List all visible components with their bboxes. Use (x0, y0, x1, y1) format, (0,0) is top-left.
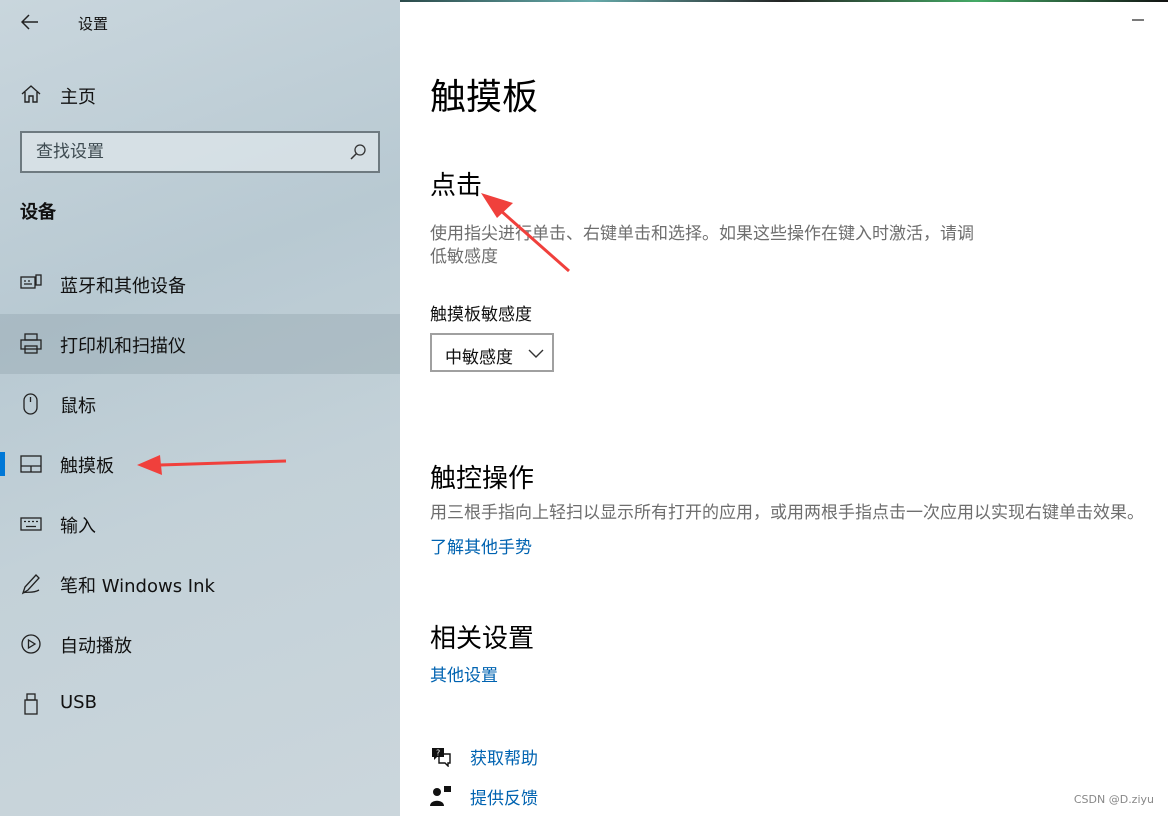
get-help-row[interactable]: ? 获取帮助 (430, 743, 730, 769)
sidebar-item-label: 打印机和扫描仪 (60, 336, 186, 357)
page-title: 触摸板 (430, 77, 539, 118)
section-heading-related: 相关设置 (430, 624, 535, 654)
section-heading-tap: 点击 (430, 171, 483, 201)
sidebar-item-label: 自动播放 (60, 636, 132, 657)
touchpad-icon (20, 455, 42, 473)
sidebar-item-label: 触摸板 (60, 456, 114, 477)
sidebar-item-label: USB (60, 692, 97, 713)
search-box[interactable] (20, 131, 380, 173)
chevron-down-icon (528, 349, 544, 358)
sidebar-item-printers[interactable]: 打印机和扫描仪 (0, 314, 400, 374)
sidebar-item-typing[interactable]: 输入 (0, 494, 400, 554)
sidebar-item-label: 蓝牙和其他设备 (60, 276, 186, 297)
sidebar-item-label: 主页 (60, 87, 96, 108)
app-title: 设置 (78, 15, 109, 33)
sidebar: 设置 主页 设备 蓝牙和其他设备 (0, 0, 400, 816)
tap-description-line1: 使用指尖进行单击、右键单击和选择。如果这些操作在键入时激活，请调 (430, 224, 974, 244)
watermark: CSDN @D.ziyu (1073, 793, 1154, 806)
feedback-row[interactable]: 提供反馈 (430, 783, 730, 809)
autoplay-icon (21, 634, 41, 654)
sidebar-item-mouse[interactable]: 鼠标 (0, 374, 400, 434)
section-title: 设备 (20, 202, 56, 223)
gestures-description: 用三根手指向上轻扫以显示所有打开的应用，或用两根手指点击一次应用以实现右键单击效… (430, 503, 1144, 523)
usb-icon (24, 693, 38, 715)
search-icon[interactable] (348, 142, 368, 162)
sidebar-item-pen[interactable]: 笔和 Windows Ink (0, 554, 400, 614)
sensitivity-label: 触摸板敏感度 (430, 305, 532, 325)
section-heading-gestures: 触控操作 (430, 464, 535, 494)
bluetooth-devices-icon (20, 274, 42, 289)
sidebar-item-label: 笔和 Windows Ink (60, 576, 215, 597)
sidebar-nav: 蓝牙和其他设备 打印机和扫描仪 鼠标 触摸板 输入 笔和 Windows Ink… (0, 254, 400, 734)
main-content: 触摸板 点击 使用指尖进行单击、右键单击和选择。如果这些操作在键入时激活，请调 … (430, 0, 1168, 816)
mouse-icon (23, 393, 38, 415)
printer-icon (20, 333, 42, 354)
keyboard-icon (20, 517, 42, 531)
search-input[interactable] (36, 141, 336, 163)
home-icon (21, 85, 41, 103)
chat-help-icon: ? (432, 748, 451, 767)
feedback-icon (430, 786, 451, 806)
pen-icon (21, 574, 40, 595)
sensitivity-value: 中敏感度 (445, 348, 513, 368)
sidebar-item-bluetooth[interactable]: 蓝牙和其他设备 (0, 254, 400, 314)
title-bar: 设置 (0, 0, 400, 44)
back-button[interactable] (14, 8, 46, 36)
tap-description-line2: 低敏感度 (430, 247, 498, 267)
sidebar-item-label: 鼠标 (60, 396, 96, 417)
arrow-left-icon (20, 14, 38, 30)
sidebar-item-label: 输入 (60, 516, 96, 537)
feedback-label: 提供反馈 (470, 789, 538, 809)
sidebar-item-home[interactable]: 主页 (0, 74, 400, 114)
svg-text:?: ? (436, 749, 440, 758)
additional-settings-link[interactable]: 其他设置 (430, 661, 498, 686)
sidebar-item-touchpad[interactable]: 触摸板 (0, 434, 400, 494)
get-help-label: 获取帮助 (470, 749, 538, 769)
learn-gestures-link[interactable]: 了解其他手势 (430, 533, 532, 558)
sidebar-item-usb[interactable]: USB (0, 674, 400, 734)
sidebar-item-autoplay[interactable]: 自动播放 (0, 614, 400, 674)
selected-indicator (0, 452, 5, 476)
sensitivity-dropdown[interactable]: 中敏感度 (430, 333, 554, 372)
